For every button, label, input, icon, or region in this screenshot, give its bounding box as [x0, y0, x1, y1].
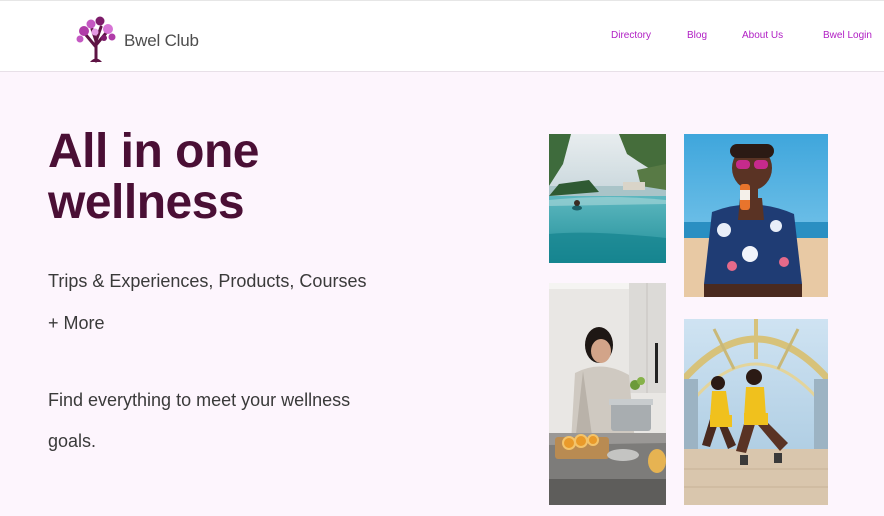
- nav-link-bwel-login[interactable]: Bwel Login: [823, 30, 872, 41]
- infinity-pool-photo: [549, 134, 666, 263]
- nav-link-about-us[interactable]: About Us: [742, 30, 783, 41]
- hero-title-line-1: All in one: [48, 125, 260, 178]
- hero-categories-line-1: Trips & Experiences, Products, Courses: [48, 271, 367, 291]
- woman-with-sunglasses-photo: [684, 134, 828, 297]
- hero-title-line-2: wellness: [48, 176, 245, 229]
- nav-link-blog[interactable]: Blog: [687, 30, 707, 41]
- top-navigation-bar: Bwel Club Directory Blog About Us Bwel L…: [0, 0, 884, 72]
- hero-tagline-line-2: goals.: [48, 431, 97, 451]
- nav-link-directory[interactable]: Directory: [611, 30, 651, 41]
- tree-logo-icon[interactable]: [74, 11, 118, 63]
- women-exercising-photo: [684, 319, 828, 505]
- hero-categories-line-2: + More: [48, 313, 105, 333]
- hero-tagline-line-1: Find everything to meet your wellness: [48, 390, 351, 410]
- brand-name[interactable]: Bwel Club: [124, 31, 199, 51]
- woman-cooking-photo: [549, 283, 666, 505]
- hero-title: All in one wellness: [48, 126, 408, 228]
